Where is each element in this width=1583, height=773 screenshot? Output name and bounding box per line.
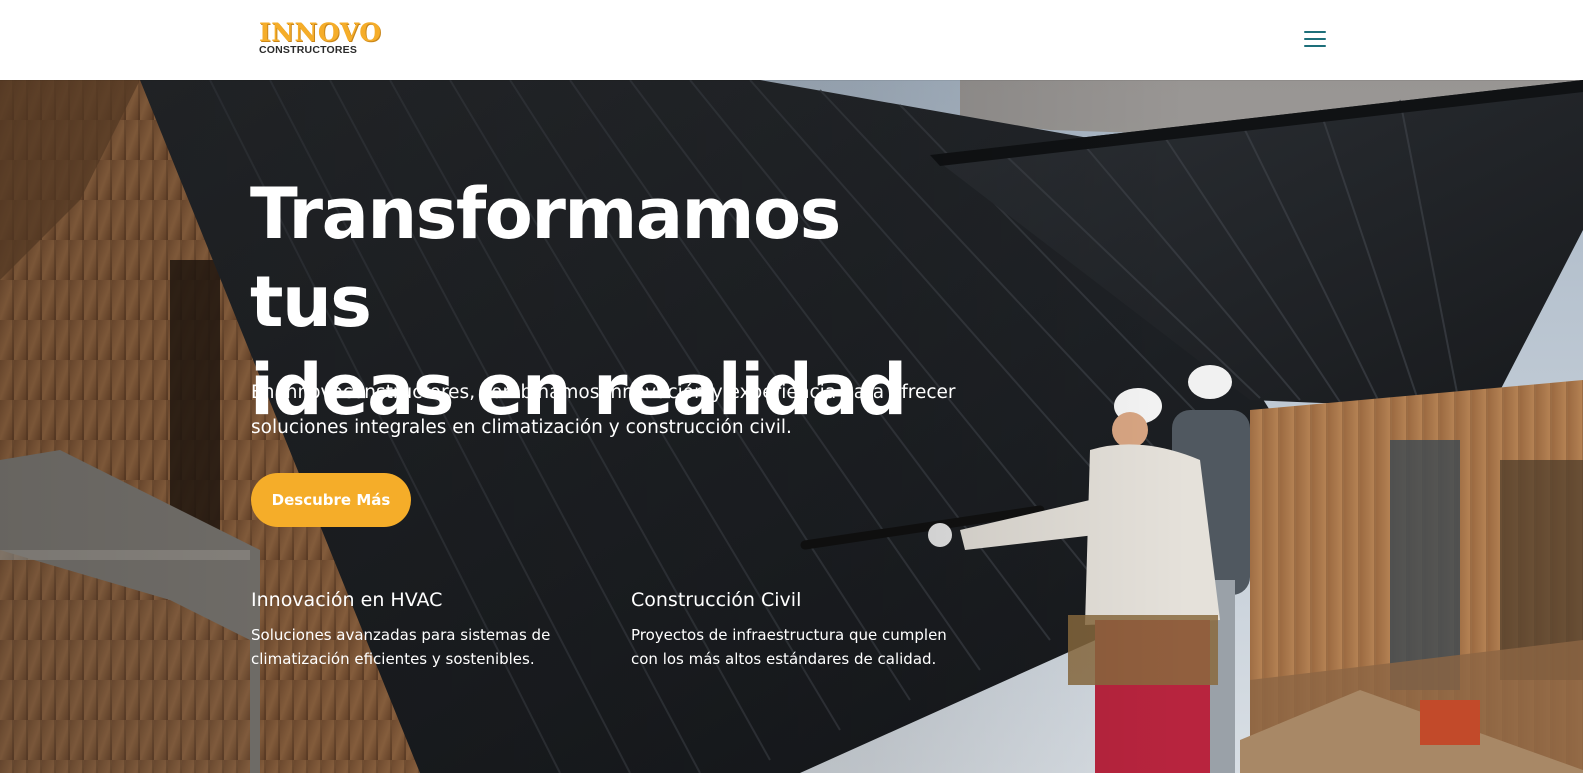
discover-more-button[interactable]: Descubre Más [251, 473, 411, 527]
feature-title: Innovación en HVAC [251, 589, 443, 611]
site-header: INNOVO CONSTRUCTORES [0, 0, 1583, 80]
feature-text: Proyectos de infraestructura que cumplen… [631, 626, 947, 668]
hamburger-menu-icon[interactable] [1304, 31, 1326, 47]
hero-title-line-1: Transformamos tus [250, 173, 841, 343]
logo-wordmark-top: INNOVO [259, 18, 382, 47]
hero-description: En Innovoconstructores, combinamos innov… [251, 382, 956, 438]
feature-civil-construction: Construcción Civil Proyectos de infraest… [631, 587, 956, 671]
feature-title: Construcción Civil [631, 589, 802, 611]
feature-hvac: Innovación en HVAC Soluciones avanzadas … [251, 587, 581, 671]
feature-text: Soluciones avanzadas para sistemas de cl… [251, 626, 551, 668]
hero-section: Transformamos tus ideas en realidad En I… [0, 80, 1583, 773]
site-logo[interactable]: INNOVO CONSTRUCTORES [259, 18, 382, 60]
